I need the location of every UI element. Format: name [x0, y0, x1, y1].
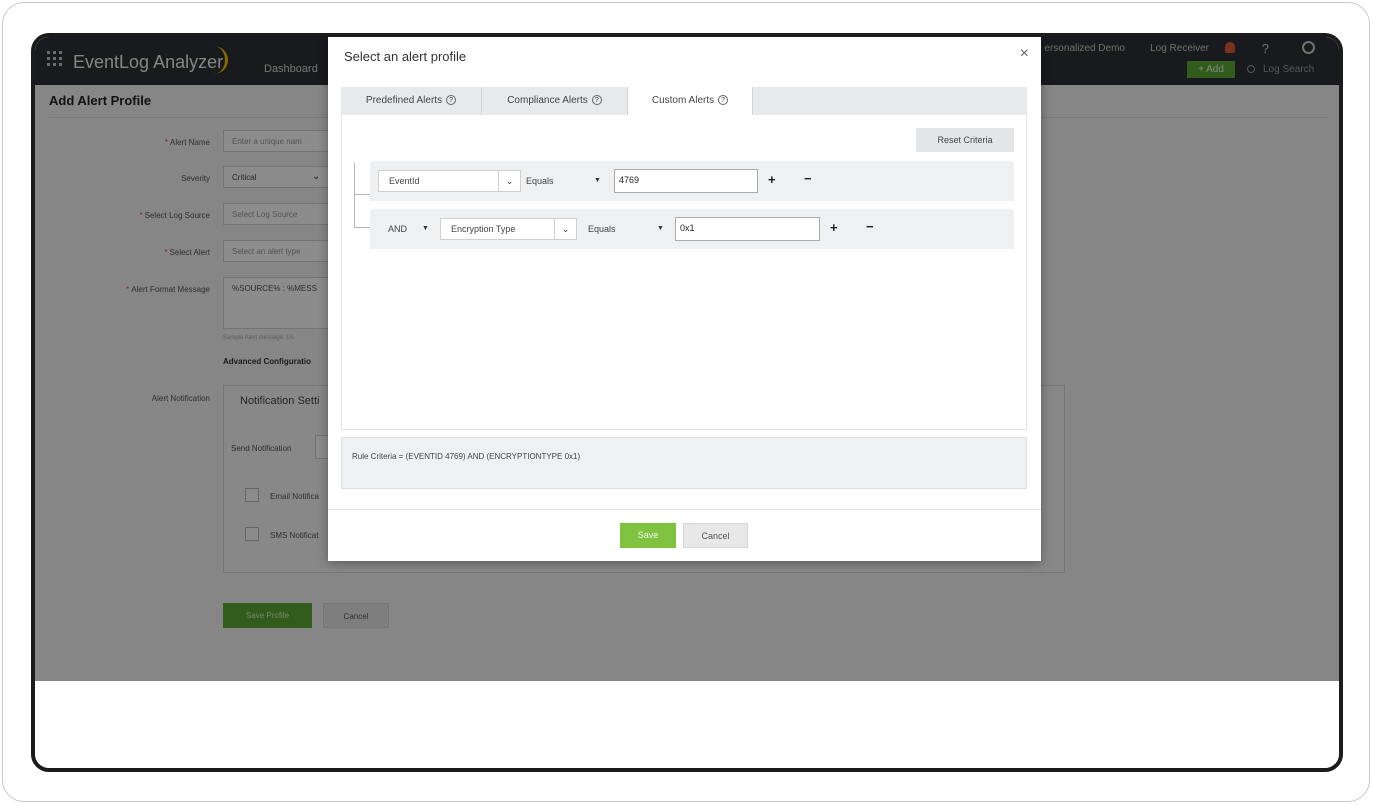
rule-criteria-text: Rule Criteria = (EVENTID 4769) AND (ENCR… [352, 452, 581, 461]
criteria-logic-select[interactable]: AND [388, 224, 407, 234]
blank-area [35, 681, 1339, 768]
app-screen: EventLog Analyzer Dashboard ersonalized … [35, 37, 1339, 681]
criteria-tree-branch [354, 194, 370, 195]
caret-down-icon[interactable]: ▼ [594, 177, 601, 184]
chevron-down-icon: ⌄ [554, 219, 576, 239]
criteria-operator[interactable]: Equals [588, 224, 616, 234]
help-icon: ? [718, 95, 729, 106]
dialog-title: Select an alert profile [344, 49, 467, 64]
add-criteria-icon[interactable]: + [830, 220, 838, 235]
chevron-down-icon: ⌄ [498, 171, 520, 191]
alert-type-tabs: Predefined Alerts? Compliance Alerts? Cu… [341, 87, 1027, 116]
remove-criteria-icon[interactable]: − [866, 219, 874, 234]
cancel-button[interactable]: Cancel [683, 523, 748, 548]
select-alert-profile-dialog: Select an alert profile × Predefined Ale… [328, 37, 1041, 561]
criteria-value-input[interactable]: 0x1 [675, 217, 820, 241]
dialog-footer-divider [328, 509, 1041, 510]
criteria-tree-branch [354, 227, 370, 228]
criteria-field-select[interactable]: EventId ⌄ [378, 170, 521, 192]
tab-predefined-alerts[interactable]: Predefined Alerts? [341, 87, 482, 115]
criteria-operator[interactable]: Equals [526, 176, 554, 186]
remove-criteria-icon[interactable]: − [804, 171, 812, 186]
reset-criteria-button[interactable]: Reset Criteria [916, 128, 1014, 152]
help-icon: ? [446, 95, 457, 106]
caret-down-icon[interactable]: ▼ [422, 225, 429, 232]
caret-down-icon[interactable]: ▼ [657, 225, 664, 232]
criteria-value-input[interactable]: 4769 [614, 169, 758, 193]
add-criteria-icon[interactable]: + [768, 172, 776, 187]
tab-custom-alerts[interactable]: Custom Alerts? [628, 87, 753, 116]
help-icon: ? [591, 95, 602, 106]
criteria-tree-line [354, 163, 355, 227]
tab-compliance-alerts[interactable]: Compliance Alerts? [482, 87, 628, 115]
rule-criteria-summary: Rule Criteria = (EVENTID 4769) AND (ENCR… [341, 437, 1027, 489]
criteria-row: EventId ⌄ Equals ▼ 4769 + − [370, 161, 1014, 201]
save-button[interactable]: Save [620, 523, 676, 548]
close-icon[interactable]: × [1020, 45, 1029, 63]
criteria-field-select[interactable]: Encryption Type ⌄ [440, 218, 577, 240]
device-frame: EventLog Analyzer Dashboard ersonalized … [31, 33, 1343, 772]
criteria-row: AND ▼ Encryption Type ⌄ Equals ▼ 0x1 + − [370, 209, 1014, 249]
